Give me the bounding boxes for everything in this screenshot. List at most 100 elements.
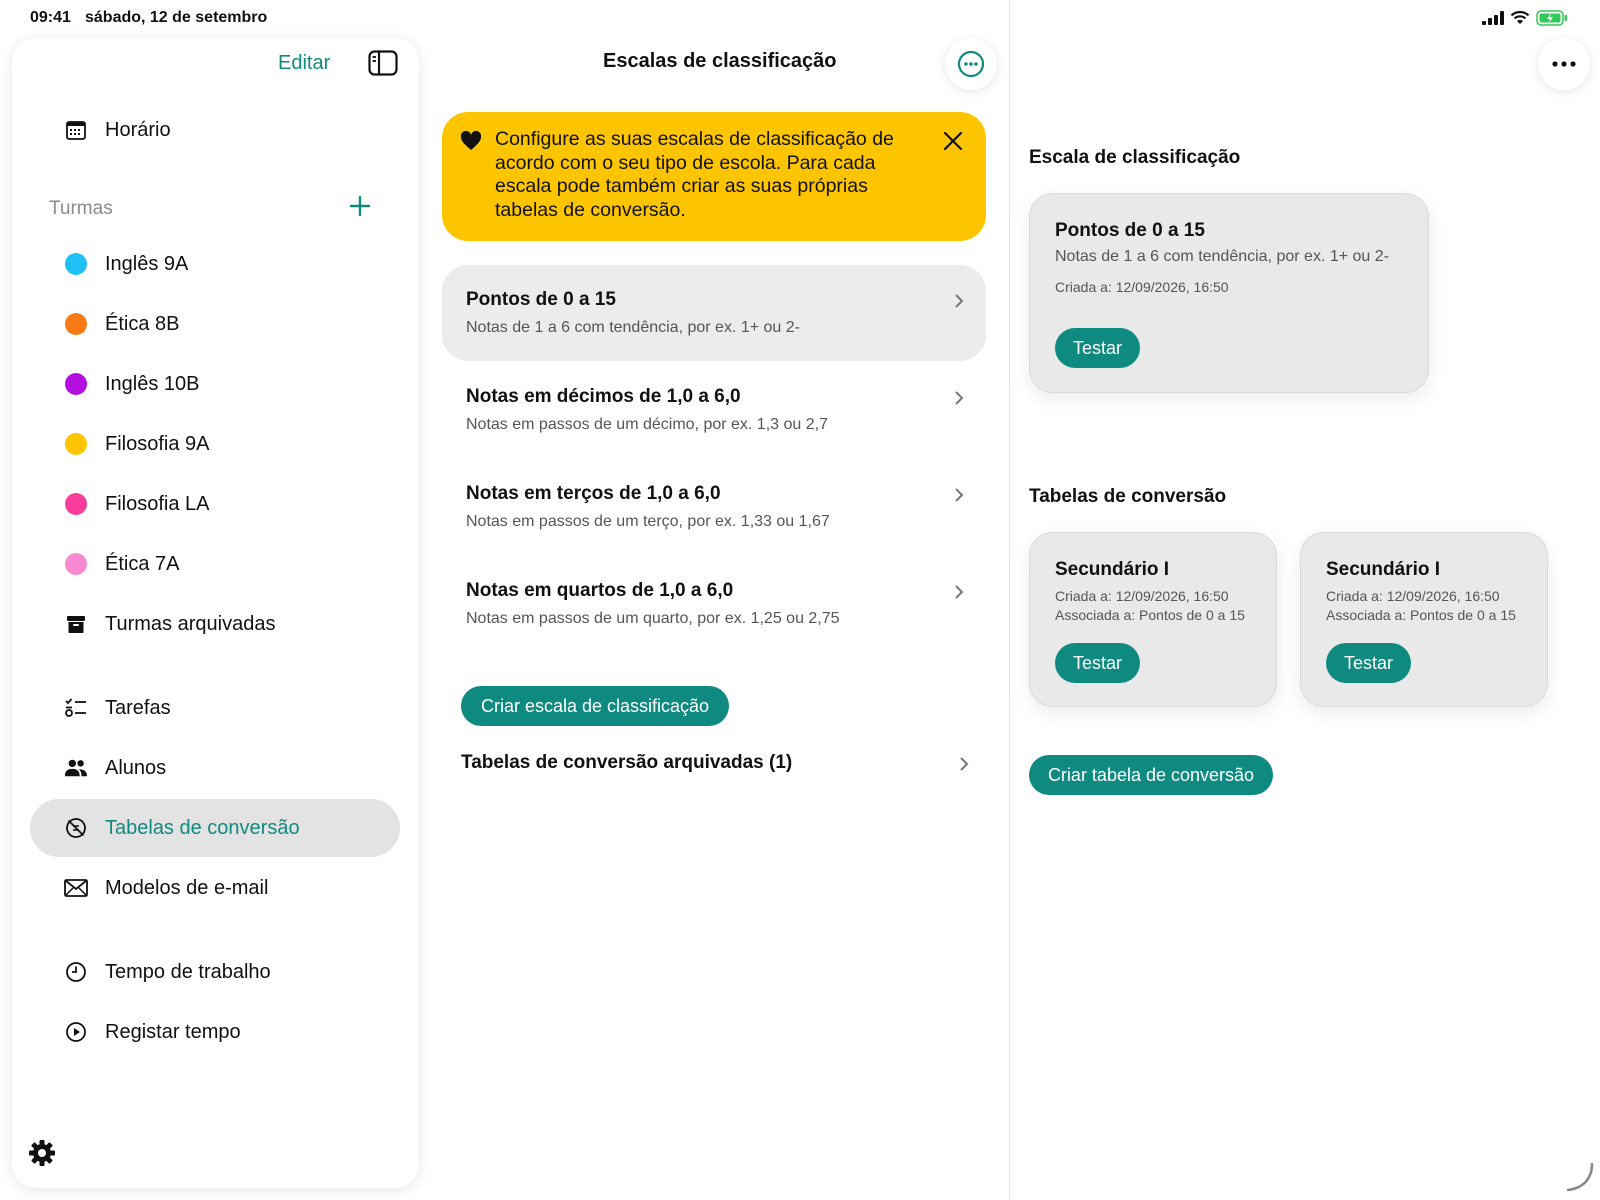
class-color-dot bbox=[65, 253, 87, 275]
status-date: sábado, 12 de setembro bbox=[85, 9, 268, 26]
home-indicator-corner bbox=[1566, 1162, 1594, 1192]
class-color-dot bbox=[65, 373, 87, 395]
status-icons bbox=[1482, 10, 1568, 26]
play-circle-icon bbox=[64, 1020, 88, 1044]
sidebar-item-label: Horário bbox=[105, 118, 171, 141]
sidebar-item-class[interactable]: Inglês 10B bbox=[30, 355, 400, 413]
edit-button[interactable]: Editar bbox=[278, 52, 330, 75]
battery-icon bbox=[1536, 10, 1567, 26]
chevron-right-icon bbox=[955, 294, 964, 308]
card-created: Criada a: 12/09/2026, 16:50 bbox=[1326, 588, 1500, 604]
sidebar-item-label: Inglês 9A bbox=[105, 252, 189, 275]
test-button[interactable]: Testar bbox=[1055, 643, 1140, 683]
scale-subtitle: Notas de 1 a 6 com tendência, por ex. 1+… bbox=[466, 319, 800, 336]
page-title: Escalas de classificação bbox=[603, 50, 837, 72]
scale-card: Pontos de 0 a 15 Notas de 1 a 6 com tend… bbox=[1029, 193, 1429, 393]
card-created: Criada a: 12/09/2026, 16:50 bbox=[1055, 588, 1229, 604]
sidebar-toggle-icon[interactable] bbox=[368, 50, 398, 76]
scale-title: Pontos de 0 a 15 bbox=[466, 289, 616, 310]
sidebar-item-schedule[interactable]: Horário bbox=[30, 101, 400, 159]
sidebar-item-archived-classes[interactable]: Turmas arquivadas bbox=[30, 595, 400, 653]
card-created: Criada a: 12/09/2026, 16:50 bbox=[1055, 279, 1229, 295]
card-associated: Associada a: Pontos de 0 a 15 bbox=[1326, 607, 1516, 623]
heart-icon bbox=[460, 130, 482, 150]
sidebar-item-label: Inglês 10B bbox=[105, 372, 200, 395]
calendar-icon bbox=[64, 118, 88, 142]
scale-subtitle: Notas em passos de um quarto, por ex. 1,… bbox=[466, 610, 840, 627]
test-button[interactable]: Testar bbox=[1326, 643, 1411, 683]
card-subtitle: Notas de 1 a 6 com tendência, por ex. 1+… bbox=[1055, 248, 1389, 265]
info-banner: Configure as suas escalas de classificaç… bbox=[442, 112, 986, 241]
ellipsis-icon bbox=[1552, 61, 1576, 67]
card-title: Pontos de 0 a 15 bbox=[1055, 220, 1205, 241]
card-title: Secundário I bbox=[1055, 559, 1170, 580]
sidebar-item-label: Tempo de trabalho bbox=[105, 960, 271, 983]
conversion-table-icon bbox=[64, 816, 88, 840]
ellipsis-circle-icon bbox=[957, 50, 985, 78]
chevron-right-icon bbox=[960, 757, 969, 771]
sidebar-item-email-templates[interactable]: Modelos de e-mail bbox=[30, 859, 400, 917]
sidebar-item-label: Tabelas de conversão bbox=[105, 816, 300, 839]
sidebar-item-students[interactable]: Alunos bbox=[30, 739, 400, 797]
scale-title: Notas em décimos de 1,0 a 6,0 bbox=[466, 386, 741, 407]
close-icon[interactable] bbox=[942, 130, 964, 152]
conversion-table-card[interactable]: Secundário I Criada a: 12/09/2026, 16:50… bbox=[1029, 532, 1277, 707]
card-associated: Associada a: Pontos de 0 a 15 bbox=[1055, 607, 1245, 623]
sidebar: Editar Horário Turmas Inglês 9A Ética 8B… bbox=[12, 38, 419, 1188]
sidebar-item-label: Alunos bbox=[105, 756, 167, 779]
status-bar: 09:41 sábado, 12 de setembro bbox=[0, 0, 1600, 36]
scale-list-item[interactable]: Pontos de 0 a 15 Notas de 1 a 6 com tend… bbox=[442, 265, 986, 361]
add-class-icon[interactable] bbox=[348, 194, 372, 218]
sidebar-item-label: Tarefas bbox=[105, 696, 171, 719]
scale-title: Notas em terços de 1,0 a 6,0 bbox=[466, 483, 721, 504]
sidebar-item-label: Turmas arquivadas bbox=[105, 612, 276, 635]
conversion-table-card[interactable]: Secundário I Criada a: 12/09/2026, 16:50… bbox=[1300, 532, 1548, 707]
wifi-icon bbox=[1510, 11, 1530, 24]
chevron-right-icon bbox=[955, 488, 964, 502]
sidebar-item-class[interactable]: Inglês 9A bbox=[30, 235, 400, 293]
chevron-right-icon bbox=[955, 585, 964, 599]
sidebar-item-class[interactable]: Filosofia 9A bbox=[30, 415, 400, 473]
scale-subtitle: Notas em passos de um terço, por ex. 1,3… bbox=[466, 513, 830, 530]
settings-gear-icon[interactable] bbox=[27, 1138, 57, 1168]
sidebar-item-label: Registar tempo bbox=[105, 1020, 241, 1043]
archived-tables-label: Tabelas de conversão arquivadas (1) bbox=[461, 752, 793, 773]
sidebar-item-work-time[interactable]: Tempo de trabalho bbox=[30, 943, 400, 1001]
sidebar-item-register-time[interactable]: Registar tempo bbox=[30, 1003, 400, 1061]
class-color-dot bbox=[65, 313, 87, 335]
card-title: Secundário I bbox=[1326, 559, 1441, 580]
scale-list-item[interactable]: Notas em terços de 1,0 a 6,0 Notas em pa… bbox=[442, 459, 986, 555]
signal-icon bbox=[1482, 11, 1504, 25]
sidebar-item-class[interactable]: Ética 7A bbox=[30, 535, 400, 593]
sidebar-item-conversion-tables[interactable]: Tabelas de conversão bbox=[30, 799, 400, 857]
more-options-button[interactable] bbox=[945, 38, 997, 90]
envelope-icon bbox=[64, 876, 88, 900]
classes-section-header: Turmas bbox=[49, 198, 113, 219]
scale-list-item[interactable]: Notas em quartos de 1,0 a 6,0 Notas em p… bbox=[442, 556, 986, 652]
create-table-button[interactable]: Criar tabela de conversão bbox=[1029, 755, 1273, 795]
scale-title: Notas em quartos de 1,0 a 6,0 bbox=[466, 580, 734, 601]
archive-icon bbox=[64, 612, 88, 636]
class-color-dot bbox=[65, 493, 87, 515]
archived-tables-link[interactable]: Tabelas de conversão arquivadas (1) bbox=[461, 750, 971, 780]
sidebar-item-tasks[interactable]: Tarefas bbox=[30, 679, 400, 737]
sidebar-item-class[interactable]: Filosofia LA bbox=[30, 475, 400, 533]
scale-section-title: Escala de classificação bbox=[1029, 147, 1241, 168]
create-scale-button[interactable]: Criar escala de classificação bbox=[461, 686, 729, 726]
clock-icon bbox=[64, 960, 88, 984]
scale-subtitle: Notas em passos de um décimo, por ex. 1,… bbox=[466, 416, 828, 433]
scale-list-item[interactable]: Notas em décimos de 1,0 a 6,0 Notas em p… bbox=[442, 362, 986, 458]
people-icon bbox=[64, 756, 88, 780]
class-color-dot bbox=[65, 553, 87, 575]
sidebar-item-label: Modelos de e-mail bbox=[105, 876, 269, 899]
sidebar-item-class[interactable]: Ética 8B bbox=[30, 295, 400, 353]
sidebar-item-label: Ética 7A bbox=[105, 552, 180, 575]
sidebar-item-label: Filosofia 9A bbox=[105, 432, 210, 455]
tables-section-title: Tabelas de conversão bbox=[1029, 486, 1227, 507]
chevron-right-icon bbox=[955, 391, 964, 405]
tasks-icon bbox=[64, 696, 88, 720]
detail-more-button[interactable] bbox=[1538, 38, 1590, 90]
class-color-dot bbox=[65, 433, 87, 455]
sidebar-item-label: Ética 8B bbox=[105, 312, 180, 335]
test-button[interactable]: Testar bbox=[1055, 328, 1140, 368]
